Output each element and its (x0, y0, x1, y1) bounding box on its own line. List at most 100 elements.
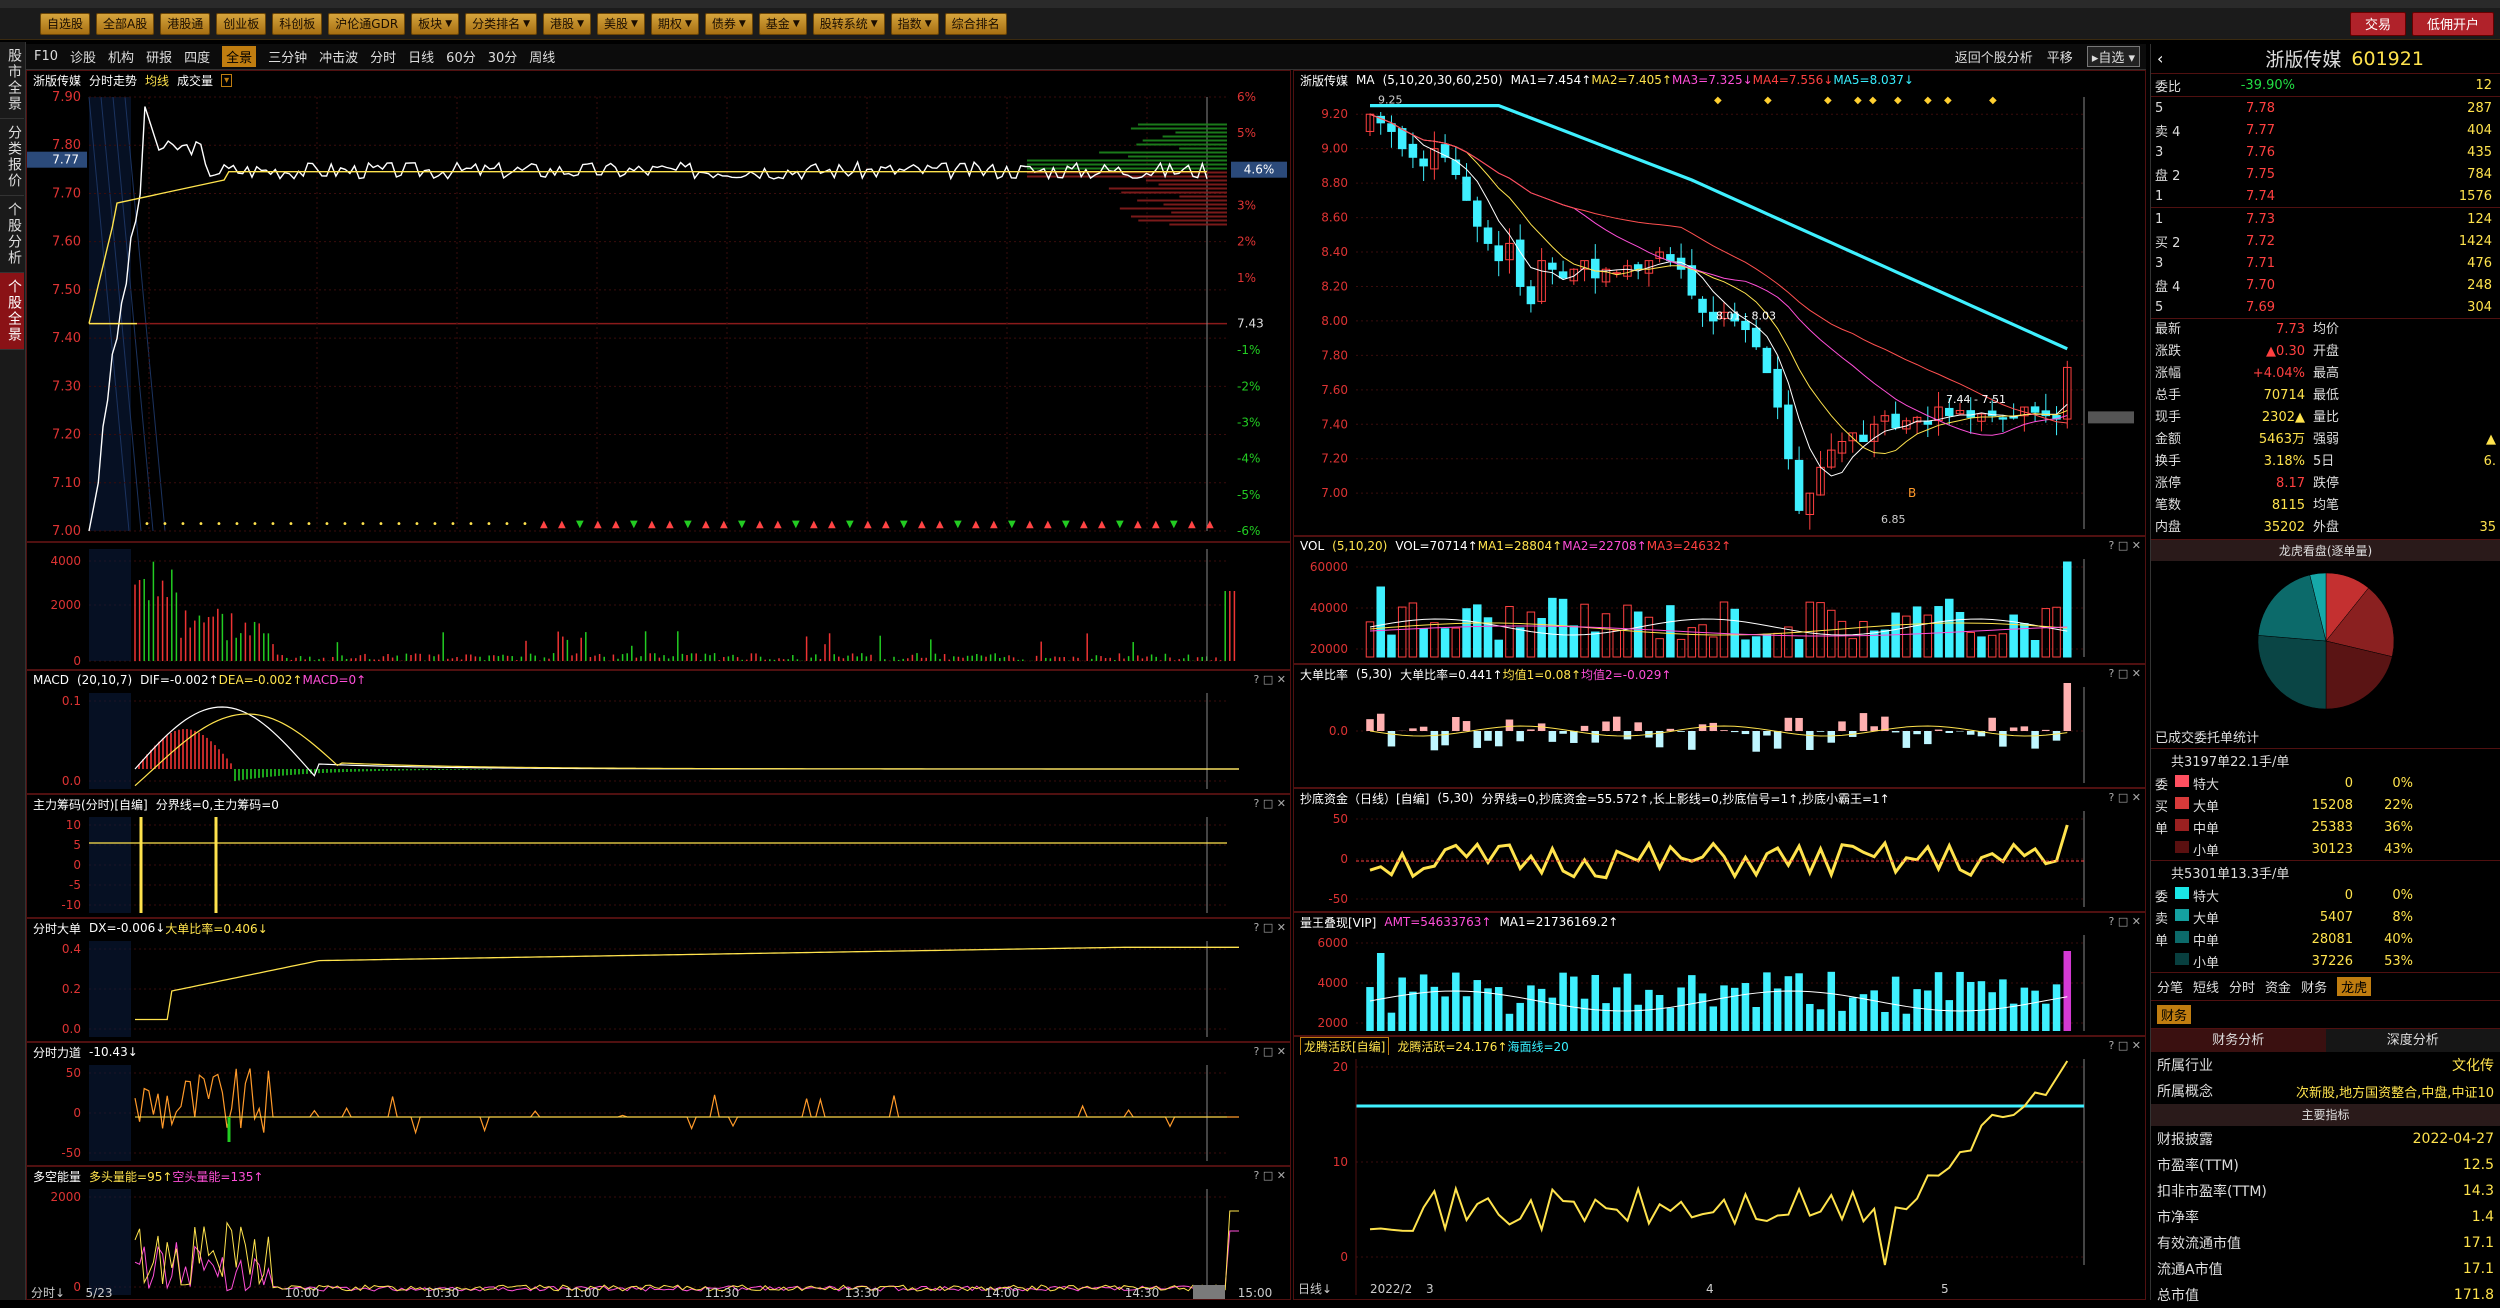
stat-value (2365, 385, 2500, 407)
industry-value[interactable]: 文化传 (2452, 1055, 2494, 1075)
signal-marker: ▲ (1188, 519, 1196, 530)
quote-tab[interactable]: 资金 (2265, 977, 2291, 996)
view-tab[interactable]: 60分 (446, 47, 476, 66)
big-orders-name[interactable]: 分时大单 (33, 920, 81, 937)
tab-finance[interactable]: 财务 (2157, 1005, 2191, 1024)
toolbar-item[interactable]: 债券▼ (705, 13, 753, 35)
ma-label[interactable]: MA (1356, 73, 1375, 87)
panel-controls-icon[interactable]: ? □ ✕ (1254, 1169, 1286, 1182)
order-stat-row: 小单3012343% (2151, 838, 2500, 860)
concept-value[interactable]: 次新股,地方国资整合,中盘,中证10 (2296, 1082, 2494, 1101)
toolbar-item[interactable]: 港股▼ (543, 13, 591, 35)
toolbar-item[interactable]: 沪伦通GDR (328, 13, 405, 35)
view-tab[interactable]: 机构 (108, 47, 134, 66)
panel-controls-icon[interactable]: ? □ ✕ (1254, 921, 1286, 934)
open-account-button[interactable]: 低佣开户 (2412, 12, 2494, 36)
main-chips-name[interactable]: 主力筹码(分时)[自编] (33, 796, 148, 813)
view-tab[interactable]: 周线 (529, 47, 555, 66)
force-name[interactable]: 分时力道 (33, 1044, 81, 1061)
view-tab[interactable]: 三分钟 (268, 47, 307, 66)
buy-vol: 476 (2275, 256, 2496, 271)
panel-controls-icon[interactable]: ? □ ✕ (1254, 1045, 1286, 1058)
buy-level[interactable]: 57.69304 (2151, 296, 2500, 318)
intraday-chart[interactable]: 7.907.807.707.607.507.407.307.207.107.00… (27, 89, 1290, 541)
panel-controls-icon[interactable]: ? □ ✕ (2109, 1039, 2141, 1052)
view-tab[interactable]: 冲击波 (319, 47, 358, 66)
event-marker-icon: ◆ (1924, 95, 1932, 106)
big-ratio-name[interactable]: 大单比率 (1300, 666, 1348, 683)
dragon-name[interactable]: 龙腾活跃[自编] (1300, 1037, 1389, 1055)
return-button[interactable]: 返回个股分析 (1955, 47, 2033, 66)
toolbar-item[interactable]: 创业板 (216, 13, 266, 35)
view-tab[interactable]: 分时 (370, 47, 396, 66)
toolbar-item[interactable]: 美股▼ (597, 13, 645, 35)
tab-fin-analysis[interactable]: 财务分析 (2151, 1029, 2326, 1052)
toolbar-item[interactable]: 港股通 (160, 13, 210, 35)
panel-controls-icon[interactable]: ? □ ✕ (2109, 667, 2141, 680)
panel-controls-icon[interactable]: ? □ ✕ (1254, 797, 1286, 810)
signal-marker: ▲ (612, 519, 620, 530)
view-tab[interactable]: 日线 (408, 47, 434, 66)
panel-controls-icon[interactable]: ? □ ✕ (2109, 539, 2141, 552)
price-tick: 7.60 (52, 235, 81, 250)
bottom-fund-name[interactable]: 抄底资金（日线）[自编] (1300, 790, 1429, 807)
candle (1946, 408, 1954, 415)
stock-name: 浙版传媒 (2265, 45, 2341, 72)
sell-level[interactable]: 37.76435 (2151, 141, 2500, 163)
view-tab[interactable]: F10 (34, 49, 58, 64)
flat-button[interactable]: 平移 (2047, 47, 2073, 66)
sidebar-tab[interactable]: 个股分析 (0, 196, 24, 273)
view-tab[interactable]: 诊股 (70, 47, 96, 66)
toolbar-item[interactable]: 分类排名▼ (465, 13, 537, 35)
view-tab[interactable]: 30分 (488, 47, 518, 66)
toolbar-item[interactable]: 全部A股 (96, 13, 154, 35)
buy-level[interactable]: 17.73124 (2151, 208, 2500, 230)
overlay-toggle-icon[interactable]: ▾ (221, 74, 232, 87)
panel-controls-icon[interactable]: ? □ ✕ (1254, 673, 1286, 686)
watchlist-select[interactable]: ▸自选 ▾ (2087, 46, 2140, 67)
quote-tab[interactable]: 龙虎 (2337, 977, 2371, 996)
axis-tick: 40000 (1310, 601, 1348, 615)
quote-tab[interactable]: 分时 (2229, 977, 2255, 996)
toolbar-item[interactable]: 期权▼ (651, 13, 699, 35)
quote-tab[interactable]: 财务 (2301, 977, 2327, 996)
sell-level[interactable]: 卖 47.77404 (2151, 119, 2500, 141)
toolbar-item[interactable]: 自选股 (40, 13, 90, 35)
buy-level[interactable]: 买 27.721424 (2151, 230, 2500, 252)
time-tick: 14:30 (1125, 1286, 1160, 1299)
buy-level[interactable]: 37.71476 (2151, 252, 2500, 274)
toolbar-item[interactable]: 指数▼ (891, 13, 939, 35)
bull-bear-name[interactable]: 多空能量 (33, 1168, 81, 1185)
view-tab[interactable]: 四度 (184, 47, 210, 66)
sell-level[interactable]: 57.78287 (2151, 97, 2500, 119)
vol-name[interactable]: VOL (1300, 539, 1324, 553)
vol-tick: 4000 (50, 554, 81, 568)
toolbar-item[interactable]: 科创板 (272, 13, 322, 35)
sell-vol: 435 (2275, 145, 2496, 160)
event-marker-icon: ◆ (1989, 95, 1997, 106)
buy-level[interactable]: 盘 47.70248 (2151, 274, 2500, 296)
view-tab[interactable]: 研报 (146, 47, 172, 66)
tab-deep-analysis[interactable]: 深度分析 (2326, 1029, 2500, 1052)
panel-controls-icon[interactable]: ? □ ✕ (2109, 791, 2141, 804)
sidebar-tab[interactable]: 分类报价 (0, 119, 24, 196)
macd-name[interactable]: MACD (33, 673, 69, 687)
panel-controls-icon[interactable]: ? □ ✕ (2109, 915, 2141, 928)
kline-chart[interactable]: 9.209.008.808.608.408.208.007.807.607.40… (1294, 89, 2145, 535)
toolbar-item[interactable]: 板块▼ (411, 13, 459, 35)
toolbar-item[interactable]: 基金▼ (759, 13, 807, 35)
sell-level[interactable]: 盘 27.75784 (2151, 163, 2500, 185)
toolbar-item[interactable]: 股转系统▼ (813, 13, 885, 35)
quote-tab[interactable]: 短线 (2193, 977, 2219, 996)
view-tab[interactable]: 全景 (222, 46, 256, 67)
sidebar-tab[interactable]: 股市全景 (0, 42, 24, 119)
quote-tab[interactable]: 分笔 (2157, 977, 2183, 996)
back-icon[interactable]: ‹ (2157, 49, 2163, 68)
stat-value (2365, 319, 2500, 341)
sell-level[interactable]: 17.741576 (2151, 185, 2500, 207)
trade-button[interactable]: 交易 (2350, 12, 2406, 36)
toolbar-item[interactable]: 综合排名 (945, 13, 1007, 35)
vol-king-name[interactable]: 量王叠现[VIP] (1300, 914, 1376, 931)
sidebar-tab[interactable]: 个股全景 (0, 273, 24, 350)
signal-marker: • (468, 519, 474, 530)
